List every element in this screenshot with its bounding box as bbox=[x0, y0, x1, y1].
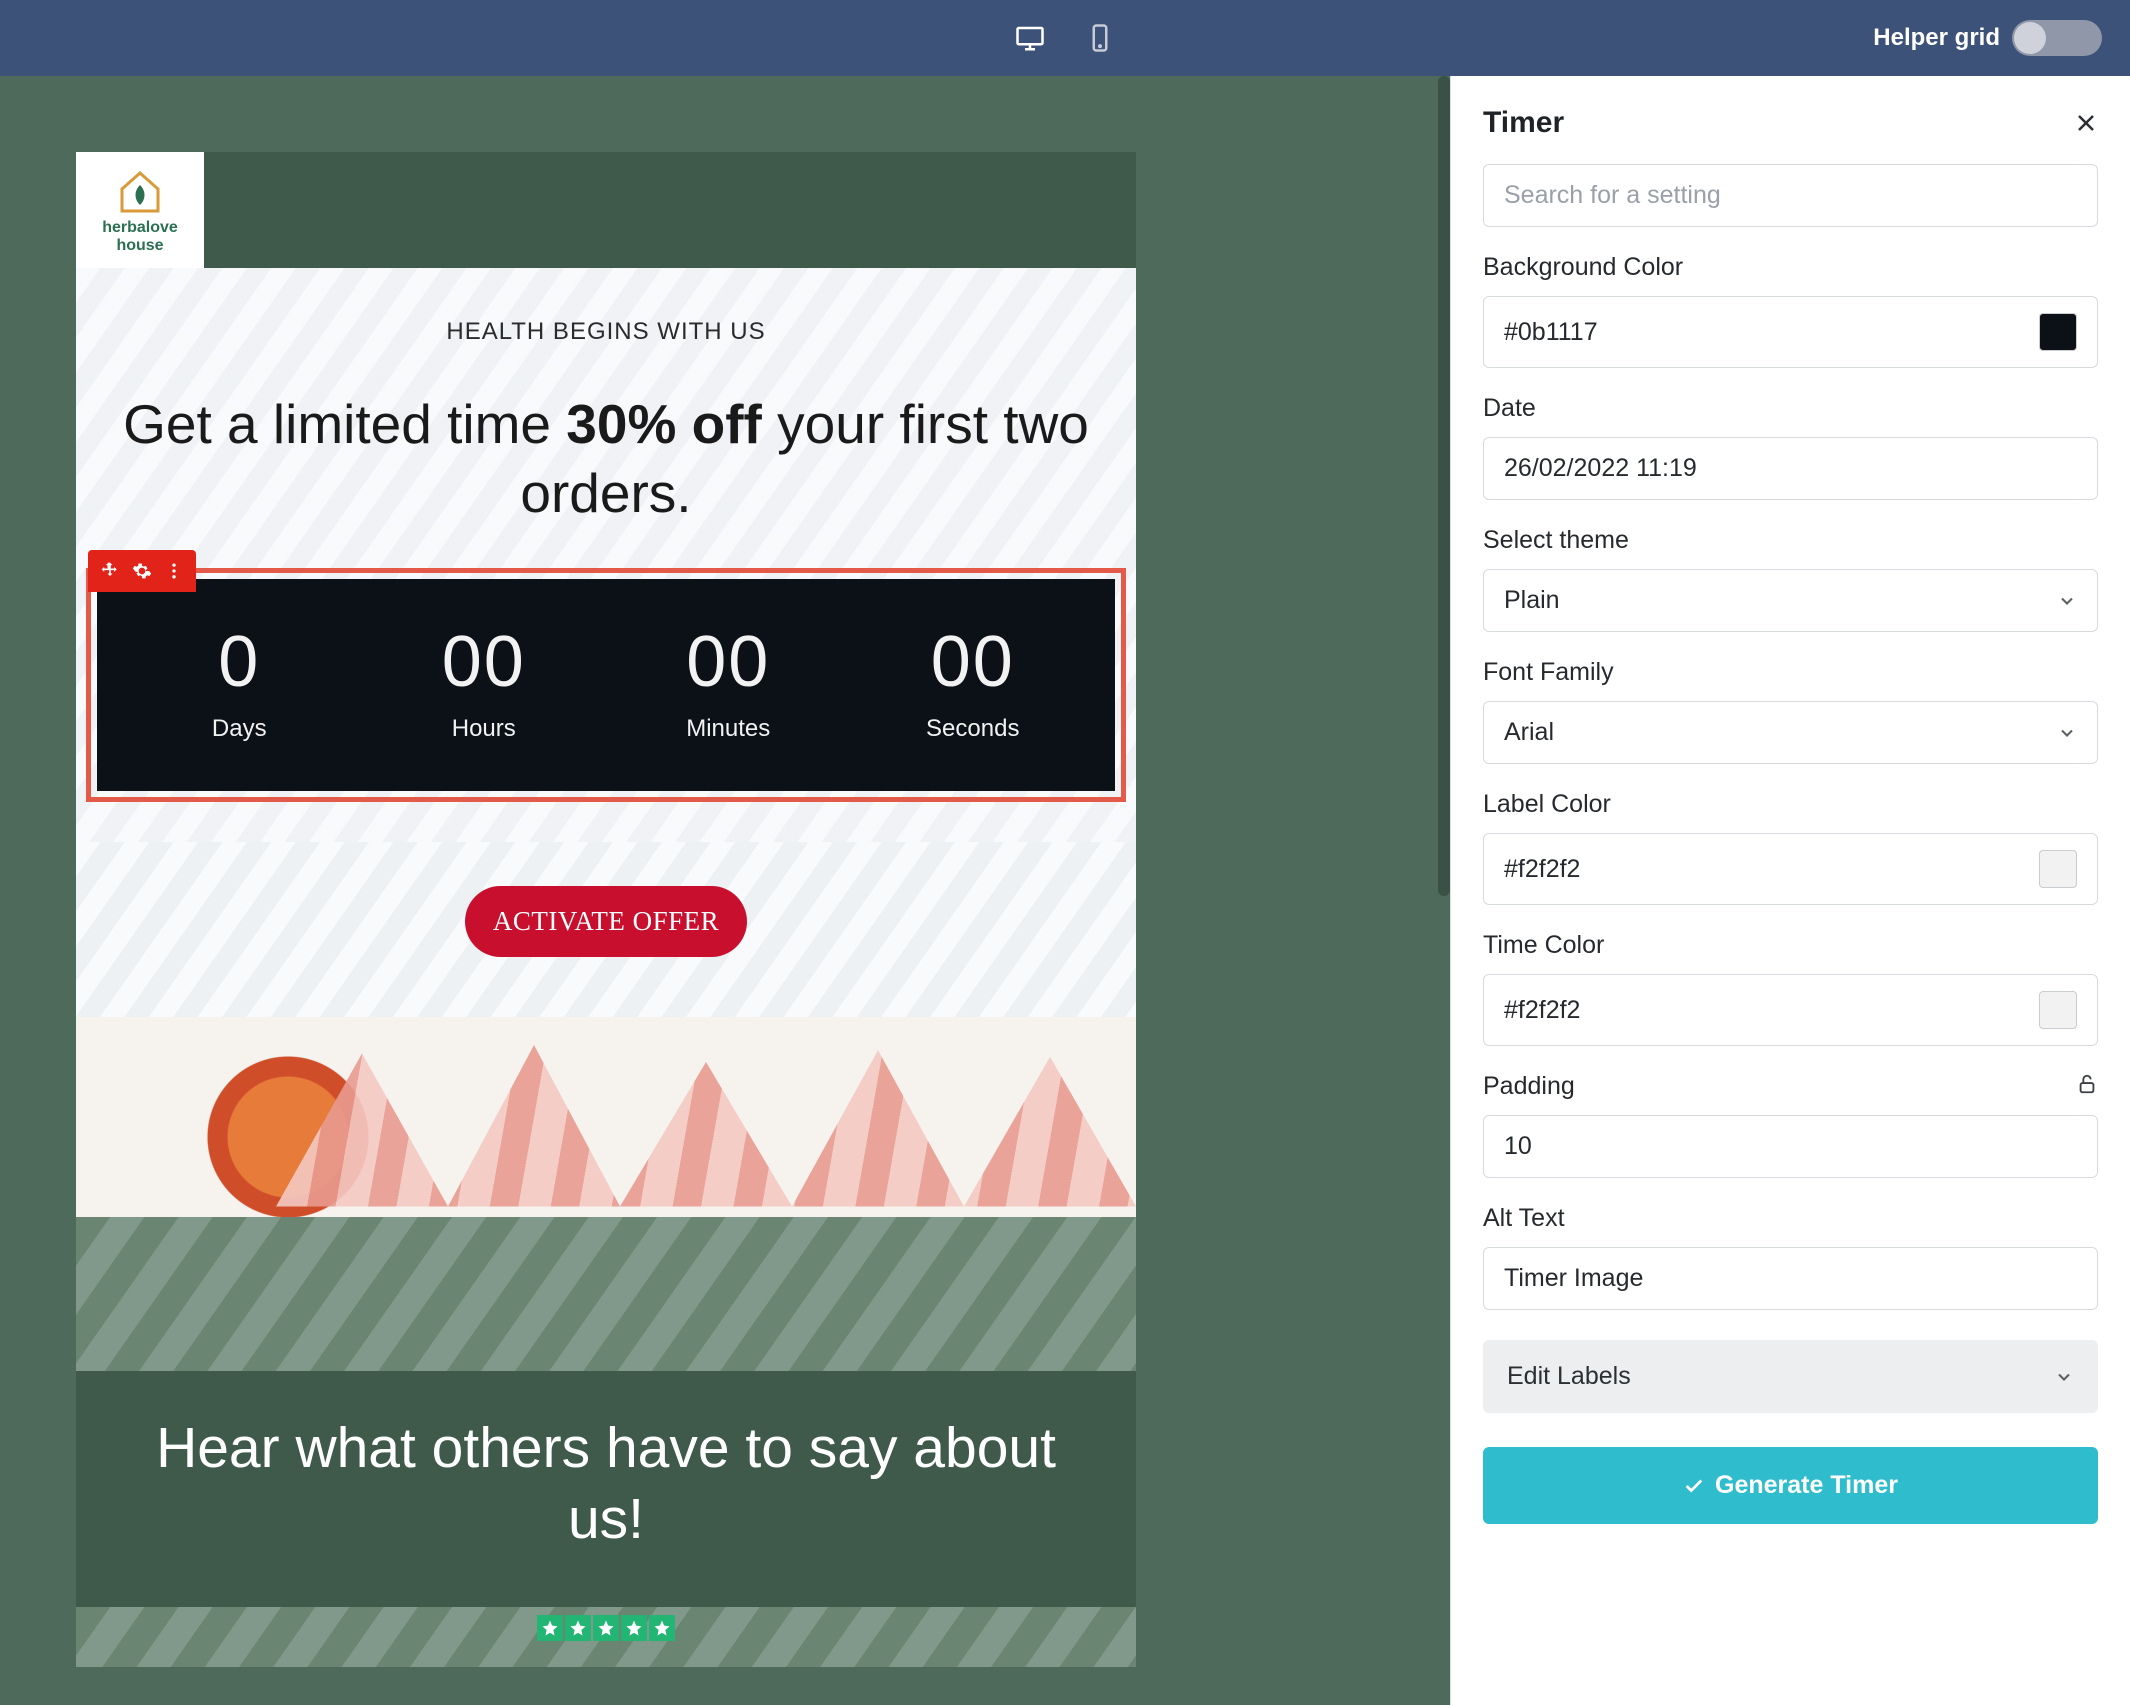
brand-logo: herbalove house bbox=[76, 152, 204, 270]
label-font-family: Font Family bbox=[1483, 658, 2098, 687]
hero-block: HEALTH BEGINS WITH US Get a limited time… bbox=[76, 268, 1136, 842]
helper-grid-toggle[interactable] bbox=[2012, 20, 2102, 56]
timer-days: 0 Days bbox=[117, 621, 362, 743]
alt-text-field[interactable] bbox=[1483, 1247, 2098, 1310]
timer-minutes: 00 Minutes bbox=[606, 621, 851, 743]
time-color-field[interactable] bbox=[1483, 974, 2098, 1046]
logo-text-1: herbalove bbox=[102, 219, 178, 237]
label-padding: Padding bbox=[1483, 1072, 1575, 1101]
background-color-field[interactable] bbox=[1483, 296, 2098, 368]
logo-text-2: house bbox=[102, 237, 178, 255]
testimonials-heading-block: Hear what others have to say about us! bbox=[76, 1371, 1136, 1608]
timer-block-selected[interactable]: 0 Days 00 Hours 00 Minutes bbox=[86, 568, 1126, 802]
label-color-field[interactable] bbox=[1483, 833, 2098, 905]
more-icon[interactable] bbox=[164, 561, 184, 581]
label-time-color: Time Color bbox=[1483, 931, 2098, 960]
time-color-swatch[interactable] bbox=[2039, 991, 2077, 1029]
theme-select[interactable]: Plain bbox=[1483, 569, 2098, 632]
panel-title: Timer bbox=[1483, 106, 1564, 140]
star-icon bbox=[621, 1615, 647, 1641]
testimonials-heading: Hear what others have to say about us! bbox=[116, 1413, 1096, 1556]
email-header: herbalove house bbox=[76, 152, 1136, 268]
label-date: Date bbox=[1483, 394, 2098, 423]
chevron-down-icon bbox=[2054, 1367, 2074, 1387]
chevron-down-icon bbox=[2057, 591, 2077, 611]
fruit-image-band bbox=[76, 1017, 1136, 1217]
generate-timer-button[interactable]: Generate Timer bbox=[1483, 1447, 2098, 1524]
hero-kicker: HEALTH BEGINS WITH US bbox=[76, 318, 1136, 346]
date-input[interactable] bbox=[1504, 454, 2077, 483]
date-field[interactable] bbox=[1483, 437, 2098, 500]
settings-panel: Timer Background Color Date Select theme… bbox=[1450, 76, 2130, 1705]
timer-seconds: 00 Seconds bbox=[851, 621, 1096, 743]
mobile-icon[interactable] bbox=[1085, 23, 1115, 53]
lock-icon[interactable] bbox=[2076, 1073, 2098, 1100]
trustpilot-stars bbox=[76, 1607, 1136, 1649]
diagonal-stripe-band bbox=[76, 1217, 1136, 1371]
search-input[interactable] bbox=[1483, 164, 2098, 227]
activate-offer-button[interactable]: ACTIVATE OFFER bbox=[465, 886, 747, 957]
close-icon[interactable] bbox=[2074, 111, 2098, 135]
label-label-color: Label Color bbox=[1483, 790, 2098, 819]
background-color-input[interactable] bbox=[1504, 318, 2027, 347]
star-icon bbox=[649, 1615, 675, 1641]
cta-row: ACTIVATE OFFER bbox=[76, 842, 1136, 1017]
padding-input[interactable] bbox=[1504, 1132, 2077, 1161]
canvas-area: herbalove house HEALTH BEGINS WITH US Ge… bbox=[0, 76, 1450, 1705]
hero-headline: Get a limited time 30% off your first tw… bbox=[76, 390, 1136, 528]
star-icon bbox=[593, 1615, 619, 1641]
star-icon bbox=[565, 1615, 591, 1641]
timer-hours: 00 Hours bbox=[362, 621, 607, 743]
label-alt-text: Alt Text bbox=[1483, 1204, 2098, 1233]
top-toolbar: Helper grid bbox=[0, 0, 2130, 76]
edit-labels-accordion[interactable]: Edit Labels bbox=[1483, 1340, 2098, 1413]
house-leaf-icon bbox=[116, 167, 164, 215]
canvas-scrollbar[interactable] bbox=[1438, 76, 1450, 896]
desktop-icon[interactable] bbox=[1015, 23, 1045, 53]
background-color-swatch[interactable] bbox=[2039, 313, 2077, 351]
padding-field[interactable] bbox=[1483, 1115, 2098, 1178]
star-icon bbox=[537, 1615, 563, 1641]
diagonal-stripe-band-2 bbox=[76, 1607, 1136, 1667]
move-icon[interactable] bbox=[100, 561, 120, 581]
alt-text-input[interactable] bbox=[1504, 1264, 2077, 1293]
countdown-timer: 0 Days 00 Hours 00 Minutes bbox=[97, 579, 1115, 791]
time-color-input[interactable] bbox=[1504, 996, 2027, 1025]
helper-grid-label: Helper grid bbox=[1873, 24, 2000, 52]
label-color-swatch[interactable] bbox=[2039, 850, 2077, 888]
email-preview[interactable]: herbalove house HEALTH BEGINS WITH US Ge… bbox=[76, 152, 1136, 1667]
label-select-theme: Select theme bbox=[1483, 526, 2098, 555]
gear-icon[interactable] bbox=[132, 561, 152, 581]
check-icon bbox=[1683, 1475, 1705, 1497]
block-toolbar bbox=[88, 550, 196, 592]
chevron-down-icon bbox=[2057, 723, 2077, 743]
label-color-input[interactable] bbox=[1504, 855, 2027, 884]
device-switcher bbox=[1015, 23, 1115, 53]
font-family-select[interactable]: Arial bbox=[1483, 701, 2098, 764]
label-background-color: Background Color bbox=[1483, 253, 2098, 282]
